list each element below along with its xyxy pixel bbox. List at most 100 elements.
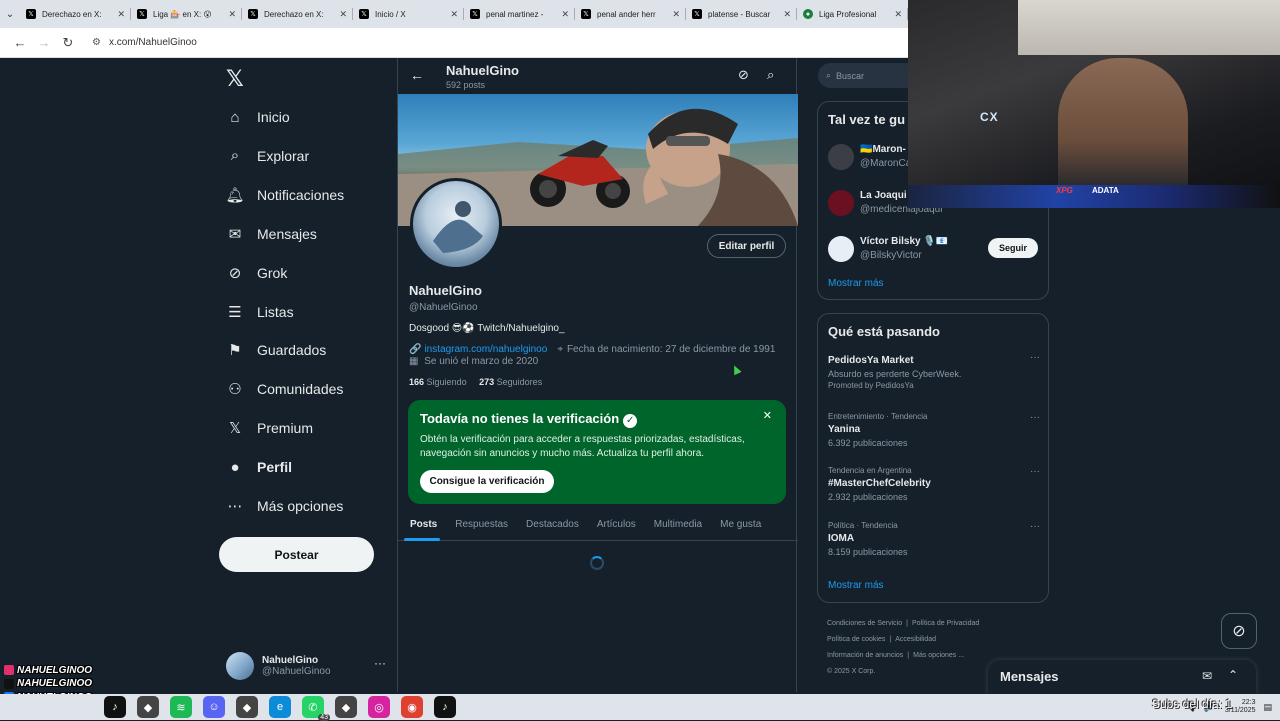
profile-link[interactable]: instagram.com/nahuelginoo bbox=[424, 344, 547, 355]
verified-check-icon: ✓ bbox=[623, 414, 638, 428]
post-button[interactable]: Postear bbox=[219, 537, 374, 572]
app-icon[interactable]: ◆ bbox=[236, 696, 258, 718]
more-dots-icon[interactable]: ··· bbox=[1030, 352, 1040, 363]
browser-tab[interactable]: 𝕏 Derechazo en X: ✕ bbox=[20, 0, 131, 28]
follow-counts: 166 Siguiendo 273 Seguidores bbox=[409, 377, 542, 387]
profile-column: ← NahuelGino 592 posts ⊘ ⌕ Editar perfil… bbox=[397, 58, 798, 692]
edit-profile-button[interactable]: Editar perfil bbox=[707, 234, 786, 258]
tiktok-icon[interactable]: ♪ bbox=[104, 696, 126, 718]
trend-item[interactable]: Entretenimiento · Tendencia Yanina 6.392 p… bbox=[828, 412, 1040, 448]
spotify-icon[interactable]: ≋ bbox=[170, 696, 192, 718]
footer-link[interactable]: Política de Privacidad bbox=[912, 620, 979, 627]
close-tab-icon[interactable]: ✕ bbox=[339, 9, 347, 20]
browser-tab[interactable]: ● Liga Profesional ✕ bbox=[797, 0, 908, 28]
more-dots-icon[interactable]: ··· bbox=[1030, 466, 1040, 477]
edge-icon[interactable]: e bbox=[269, 696, 291, 718]
chrome-icon[interactable]: ◉ bbox=[401, 696, 423, 718]
nav-item-notificaciones[interactable]: 🔔︎ Notificaciones bbox=[225, 180, 344, 210]
account-handle: @NahuelGinoo bbox=[262, 666, 331, 677]
tab-destacados[interactable]: Destacados bbox=[517, 508, 588, 541]
discord-icon[interactable]: ☺ bbox=[203, 696, 225, 718]
app-icon[interactable]: ◆ bbox=[137, 696, 159, 718]
close-tab-icon[interactable]: ✕ bbox=[450, 9, 458, 20]
url-text[interactable]: x.com/NahuelGinoo bbox=[109, 37, 197, 48]
close-tab-icon[interactable]: ✕ bbox=[783, 9, 791, 20]
follow-button[interactable]: Seguir bbox=[988, 238, 1038, 258]
show-more-link[interactable]: Mostrar más bbox=[828, 278, 884, 289]
nav-item-premium[interactable]: 𝕏 Premium bbox=[226, 413, 313, 443]
x-icon: 𝕏 bbox=[581, 9, 591, 19]
tab-list-chevron-icon[interactable]: ⌄ bbox=[0, 0, 20, 28]
tab-multimedia[interactable]: Multimedia bbox=[645, 508, 711, 541]
nav-item-inicio[interactable]: ⌂ Inicio bbox=[226, 102, 289, 132]
suggestion-item[interactable]: Víctor Bilsky 🎙️📧 @BilskyVictor Seguir bbox=[828, 234, 1038, 264]
browser-tab[interactable]: 𝕏 Liga 🎰 en X: 😮 ✕ bbox=[131, 0, 242, 28]
footer-link[interactable]: Información de anuncios bbox=[827, 652, 903, 659]
browser-tab-label: Liga 🎰 en X: 😮 bbox=[153, 9, 212, 19]
notification-icon[interactable]: ▤ bbox=[1263, 702, 1272, 713]
url-field[interactable]: ⚙ x.com/NahuelGinoo bbox=[92, 37, 197, 48]
reload-icon[interactable]: ↻ bbox=[56, 31, 80, 55]
forward-arrow-icon[interactable]: → bbox=[32, 31, 56, 55]
browser-tab[interactable]: 𝕏 Derechazo en X: ✕ bbox=[242, 0, 353, 28]
close-icon[interactable]: ✕ bbox=[763, 409, 772, 422]
close-tab-icon[interactable]: ✕ bbox=[228, 9, 236, 20]
nav-item-comunidades[interactable]: ⚇ Comunidades bbox=[226, 374, 343, 404]
footer-link[interactable]: Condiciones de Servicio bbox=[827, 620, 902, 627]
trend-context: Entretenimiento · Tendencia bbox=[828, 412, 928, 421]
tab-respuestas[interactable]: Respuestas bbox=[446, 508, 517, 541]
browser-tab[interactable]: 𝕏platense - Buscar ✕ bbox=[686, 0, 797, 28]
trend-item[interactable]: Tendencia en Argentina #MasterChefCelebri… bbox=[828, 466, 1040, 502]
grok-icon[interactable]: ⊘ bbox=[738, 67, 749, 83]
tab-posts[interactable]: Posts bbox=[398, 508, 446, 541]
following-link[interactable]: 166 Siguiendo bbox=[409, 377, 467, 387]
footer-link[interactable]: Más opciones ... bbox=[913, 652, 964, 659]
suggestion-name: La Joaqui bbox=[860, 190, 907, 201]
new-message-icon[interactable]: ✉ bbox=[1202, 669, 1212, 683]
profile-avatar[interactable] bbox=[410, 178, 502, 270]
instagram-icon[interactable]: ◎ bbox=[368, 696, 390, 718]
more-dots-icon[interactable]: ··· bbox=[374, 656, 386, 670]
app-icon[interactable]: ◆ bbox=[335, 696, 357, 718]
nav-item-listas[interactable]: ☰ Listas bbox=[226, 297, 293, 327]
nav-item-explorar[interactable]: ⌕ Explorar bbox=[226, 141, 309, 171]
close-tab-icon[interactable]: ✕ bbox=[894, 9, 902, 20]
footer-link[interactable]: Accesibilidad bbox=[895, 636, 936, 643]
browser-tab[interactable]: 𝕏 Inicio / X ✕ bbox=[353, 0, 464, 28]
nav-item-perfil[interactable]: ● Perfil bbox=[226, 452, 292, 482]
footer-link[interactable]: © 2025 X Corp. bbox=[827, 668, 875, 675]
more-dots-icon[interactable]: ··· bbox=[1030, 412, 1040, 423]
search-icon[interactable]: ⌕ bbox=[767, 67, 774, 83]
browser-tab[interactable]: 𝕏penal martinez - ✕ bbox=[464, 0, 575, 28]
tiktok-icon[interactable]: ♪ bbox=[434, 696, 456, 718]
nav-item-mensajes[interactable]: ✉ Mensajes bbox=[226, 219, 317, 249]
back-arrow-icon[interactable]: ← bbox=[8, 31, 32, 55]
close-tab-icon[interactable]: ✕ bbox=[117, 9, 125, 20]
back-arrow-icon[interactable]: ← bbox=[410, 67, 424, 83]
browser-tab[interactable]: 𝕏penal ander herr ✕ bbox=[575, 0, 686, 28]
more-dots-icon[interactable]: ··· bbox=[1030, 521, 1040, 532]
nav-item-grok[interactable]: ⊘ Grok bbox=[226, 258, 288, 288]
close-tab-icon[interactable]: ✕ bbox=[672, 9, 680, 20]
trends-show-more-link[interactable]: Mostrar más bbox=[828, 580, 884, 591]
account-switcher[interactable]: NahuelGino @NahuelGinoo ··· bbox=[226, 648, 386, 684]
followers-link[interactable]: 273 Seguidores bbox=[479, 377, 542, 387]
social-icon bbox=[4, 678, 14, 689]
tab-artículos[interactable]: Artículos bbox=[588, 508, 645, 541]
site-info-icon[interactable]: ⚙ bbox=[92, 37, 101, 48]
footer-link[interactable]: Política de cookies bbox=[827, 636, 885, 643]
close-tab-icon[interactable]: ✕ bbox=[561, 9, 569, 20]
trend-item[interactable]: PedidosYa Market Absurdo es perderte Cybe… bbox=[828, 352, 1040, 390]
trend-title: IOMA bbox=[828, 533, 855, 544]
messages-drawer[interactable]: Mensajes ✉ ⌃ bbox=[988, 660, 1256, 694]
chevron-up-icon[interactable]: ⌃ bbox=[1228, 668, 1238, 682]
trend-item[interactable]: Política · Tendencia IOMA 8.159 publicacio… bbox=[828, 521, 1040, 557]
nav-item-más-opciones[interactable]: ⋯ Más opciones bbox=[226, 491, 344, 521]
tab-me gusta[interactable]: Me gusta bbox=[711, 508, 770, 541]
x-logo-icon[interactable]: 𝕏 bbox=[226, 66, 244, 92]
suggestion-handle: @BilskyVictor bbox=[860, 250, 922, 261]
grok-icon[interactable]: ⊘ bbox=[1221, 613, 1257, 649]
whatsapp-icon[interactable]: ✆ 43 bbox=[302, 696, 330, 721]
nav-item-guardados[interactable]: ⚑ Guardados bbox=[226, 335, 326, 365]
get-verified-button[interactable]: Consigue la verificación bbox=[420, 470, 554, 493]
